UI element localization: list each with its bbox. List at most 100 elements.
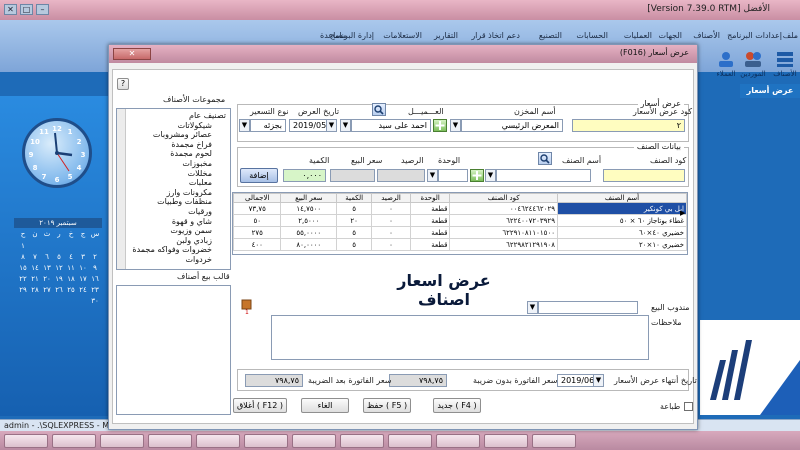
grid-cell[interactable]: ٥	[336, 238, 373, 251]
grid-cell[interactable]: ٥	[336, 202, 373, 215]
taskbar-button[interactable]	[4, 434, 48, 448]
tree-item[interactable]: مخبوزات	[182, 159, 212, 168]
grid-cell[interactable]: ٢٧٥	[232, 226, 282, 239]
tree-item[interactable]: ورقيات	[188, 207, 212, 216]
tree-item[interactable]: شاي و قهوة	[172, 217, 212, 226]
taskbar-button[interactable]	[436, 434, 480, 448]
menu-decision-support[interactable]: دعم اتخاذ قرار	[471, 31, 520, 40]
calendar-dropdown-icon[interactable]: ▼	[593, 374, 604, 387]
taskbar-button[interactable]	[388, 434, 432, 448]
tree-item[interactable]: خضروات وفواكه مجمدة	[132, 245, 212, 254]
grid-cell[interactable]: ٠	[371, 214, 411, 227]
grid-cell[interactable]: ١٤,٧٥٠٠	[280, 202, 338, 215]
ribbon-items-button[interactable]: الأصناف	[770, 50, 800, 78]
taskbar-button[interactable]	[52, 434, 96, 448]
calendar-day[interactable]: ٨	[18, 253, 28, 262]
calendar-day[interactable]: ٣	[78, 253, 88, 262]
grid-column-header[interactable]: الرصيد	[371, 193, 411, 203]
grid-cell[interactable]: ٠	[371, 226, 411, 239]
grid-cell[interactable]: خضيري ١٠×٢٠	[556, 238, 688, 251]
unit-select[interactable]	[438, 169, 468, 182]
calendar-day[interactable]: ٣٠	[90, 297, 100, 306]
calendar-day[interactable]: ١	[18, 242, 28, 251]
grid-column-header[interactable]: الاجمالى	[232, 193, 282, 203]
close-icon[interactable]: ✕	[4, 4, 17, 15]
item-groups-tree[interactable]: تصنيف عام شيكولاتات عصائر ومشروبات فراخ مجم…	[116, 108, 231, 270]
menu-settings[interactable]: إعدادات البرنامج	[727, 31, 782, 40]
pricing-type-select[interactable]: بجزئه	[250, 119, 286, 132]
calendar-day[interactable]: ١٢	[54, 264, 64, 273]
calendar-day[interactable]: ١٤	[30, 264, 40, 273]
calendar-day[interactable]: ١٠	[78, 264, 88, 273]
grid-cell[interactable]: غطاء بوتاجاز ٦٠ × ٥٠	[556, 214, 688, 227]
dialog-close-button[interactable]: ✕	[113, 48, 151, 60]
calendar-dropdown-icon[interactable]: ▼	[326, 119, 337, 132]
chevron-down-icon[interactable]: ▼	[450, 119, 461, 132]
table-row[interactable]: ايل بي كونكير ٠٠٤٦٢٤٤٦٢٠٢٩ قطعة ٠ ٥ ١٤,٧٥٠٠ ٧٣…	[232, 202, 688, 215]
menu-queries[interactable]: الاستعلامات	[383, 31, 422, 40]
print-checkbox[interactable]	[684, 402, 693, 411]
calendar-day[interactable]: ٢٢	[18, 275, 28, 284]
tree-item[interactable]: خردوات	[185, 255, 212, 264]
tree-item[interactable]: شيكولاتات	[178, 121, 212, 130]
grid-column-header[interactable]: الوحدة	[409, 193, 451, 203]
quotation-code-input[interactable]: ٢	[572, 119, 685, 132]
menu-parties[interactable]: الجهات	[659, 31, 682, 40]
grid-cell[interactable]: ٧٣,٧٥	[232, 202, 282, 215]
taskbar-button[interactable]	[100, 434, 144, 448]
tab-quotation[interactable]: عرض أسعار	[740, 84, 800, 98]
menu-file[interactable]: ملف	[783, 31, 798, 40]
help-button[interactable]: ?	[117, 78, 129, 90]
tree-item[interactable]: منظفات وطبيات	[157, 197, 212, 206]
chevron-down-icon[interactable]: ▼	[340, 119, 351, 132]
calendar-day[interactable]: ٢٤	[78, 286, 88, 295]
grid-cell[interactable]: ٠٠٤٦٢٤٤٦٢٠٢٩	[449, 202, 558, 215]
calendar-day[interactable]: ٧	[30, 253, 40, 262]
menu-help[interactable]: مساعدة	[320, 31, 347, 40]
menu-items[interactable]: الأصناف	[693, 31, 720, 40]
new-button[interactable]: جديد ( F4 )	[433, 398, 481, 413]
table-row[interactable]: غطاء بوتاجاز ٦٠ × ٥٠ ٦٢٢٤٠٠٧٢٠٣٩٢٩ قطعة ٠ ٢٠…	[232, 214, 688, 227]
calendar-day[interactable]: ١٥	[18, 264, 28, 273]
close-button[interactable]: أغلاق ( F12 )	[233, 398, 287, 413]
grid-cell[interactable]: قطعة	[409, 238, 451, 251]
ribbon-suppliers-button[interactable]: الموردين	[738, 50, 768, 78]
calendar-day[interactable]: ١١	[66, 264, 76, 273]
calendar-day[interactable]	[42, 242, 52, 251]
calendar-day[interactable]: ٢٣	[90, 286, 100, 295]
search-icon[interactable]	[538, 152, 552, 165]
taskbar-button[interactable]	[340, 434, 384, 448]
grid-cell[interactable]: ٥	[336, 226, 373, 239]
calendar-day[interactable]: ٩	[90, 264, 100, 273]
add-item-icon[interactable]	[470, 169, 484, 182]
tree-scrollbar[interactable]	[117, 109, 126, 269]
grid-column-header[interactable]: أسم الصنف	[556, 193, 688, 203]
ribbon-customers-button[interactable]: العملاء	[716, 50, 736, 78]
item-code-input[interactable]	[603, 169, 685, 182]
tree-item[interactable]: تصنيف عام	[189, 111, 226, 120]
calendar-day[interactable]: ١٨	[66, 275, 76, 284]
search-icon[interactable]	[372, 103, 386, 116]
menu-reports[interactable]: التقارير	[434, 31, 458, 40]
table-row[interactable]: خضيري ١٠×٢٠ ٦٢٢٩٨٢١٢٩١٩٠٨ قطعة ٠ ٥ ٨٠,٠٠٠٠ ٤٠٠	[232, 238, 688, 251]
grid-cell[interactable]: ايل بي كونكير	[556, 202, 688, 215]
grid-cell[interactable]: قطعة	[409, 214, 451, 227]
table-row[interactable]: خضيري ٤٠×٦٠ ٦٢٢٩١٠٨١١٠١٥٠٠ قطعة ٠ ٥ ٥٥,٠٠٠٠ ٢٧…	[232, 226, 688, 239]
grid-cell[interactable]: ٢,٥٠٠٠	[280, 214, 338, 227]
tree-item[interactable]: سمن وزيوت	[170, 226, 212, 235]
calendar-day[interactable]	[54, 242, 64, 251]
calendar-day[interactable]: ٦	[42, 253, 52, 262]
grid-cell[interactable]: ٠	[371, 202, 411, 215]
item-name-input[interactable]	[496, 169, 591, 182]
calendar-day[interactable]: ١٩	[54, 275, 64, 284]
taskbar-button[interactable]	[292, 434, 336, 448]
menu-manufacturing[interactable]: التصنيع	[539, 31, 562, 40]
tree-item[interactable]: عصائر ومشروبات	[153, 130, 212, 139]
menu-operations[interactable]: العمليات	[624, 31, 652, 40]
taskbar-button[interactable]	[484, 434, 528, 448]
chevron-down-icon[interactable]: ▼	[239, 119, 250, 132]
taskbar-button[interactable]	[196, 434, 240, 448]
customer-select[interactable]: احمد على سيد	[351, 119, 431, 132]
taskbar-button[interactable]	[148, 434, 192, 448]
grid-cell[interactable]: ٦٢٢٤٠٠٧٢٠٣٩٢٩	[449, 214, 558, 227]
